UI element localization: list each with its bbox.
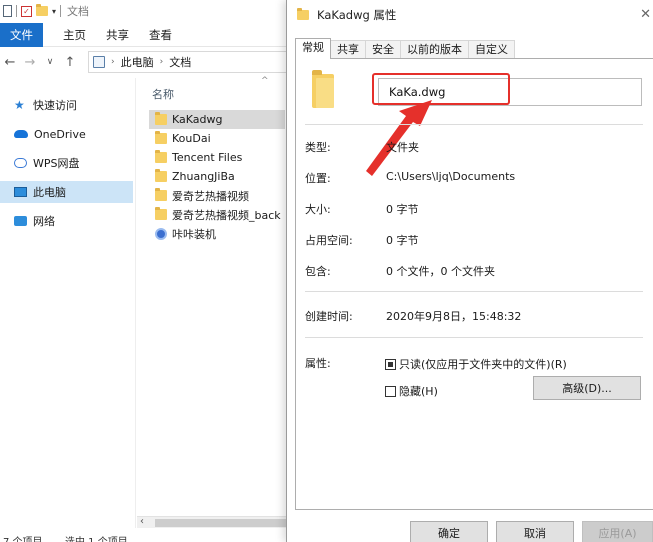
created-value: 2020年9月8日，15:48:32 — [386, 310, 522, 323]
annotation-arrow-shape — [366, 100, 432, 176]
ok-button[interactable]: 确定 — [410, 521, 488, 542]
divider — [305, 337, 643, 338]
location-value: C:\Users\ljq\Documents — [386, 170, 516, 183]
contains-label: 包含: — [305, 265, 331, 278]
location-label: 位置: — [305, 172, 331, 185]
size-on-disk-label: 占用空间: — [305, 234, 353, 247]
attributes-label: 属性: — [305, 357, 331, 370]
readonly-checkbox[interactable]: 只读(仅应用于文件夹中的文件)(R) — [385, 356, 567, 372]
advanced-button[interactable]: 高级(D)... — [533, 376, 641, 400]
divider — [305, 124, 643, 125]
created-label: 创建时间: — [305, 310, 353, 323]
checkbox-unchecked[interactable] — [385, 385, 396, 397]
size-label: 大小: — [305, 203, 331, 216]
size-on-disk-value: 0 字节 — [386, 234, 419, 247]
hidden-label: 隐藏(H) — [399, 385, 438, 398]
hidden-checkbox[interactable]: 隐藏(H) — [385, 383, 438, 399]
type-value: 文件夹 — [386, 141, 419, 154]
tab-general[interactable]: 常规 — [295, 38, 331, 59]
apply-button[interactable]: 应用(A) — [582, 521, 653, 542]
contains-value: 0 个文件，0 个文件夹 — [386, 265, 495, 278]
size-value: 0 字节 — [386, 203, 419, 216]
cancel-button[interactable]: 取消 — [496, 521, 574, 542]
readonly-label: 只读(仅应用于文件夹中的文件)(R) — [399, 358, 567, 371]
checkbox-indeterminate[interactable] — [385, 358, 396, 370]
divider — [305, 291, 643, 292]
type-label: 类型: — [305, 141, 331, 154]
